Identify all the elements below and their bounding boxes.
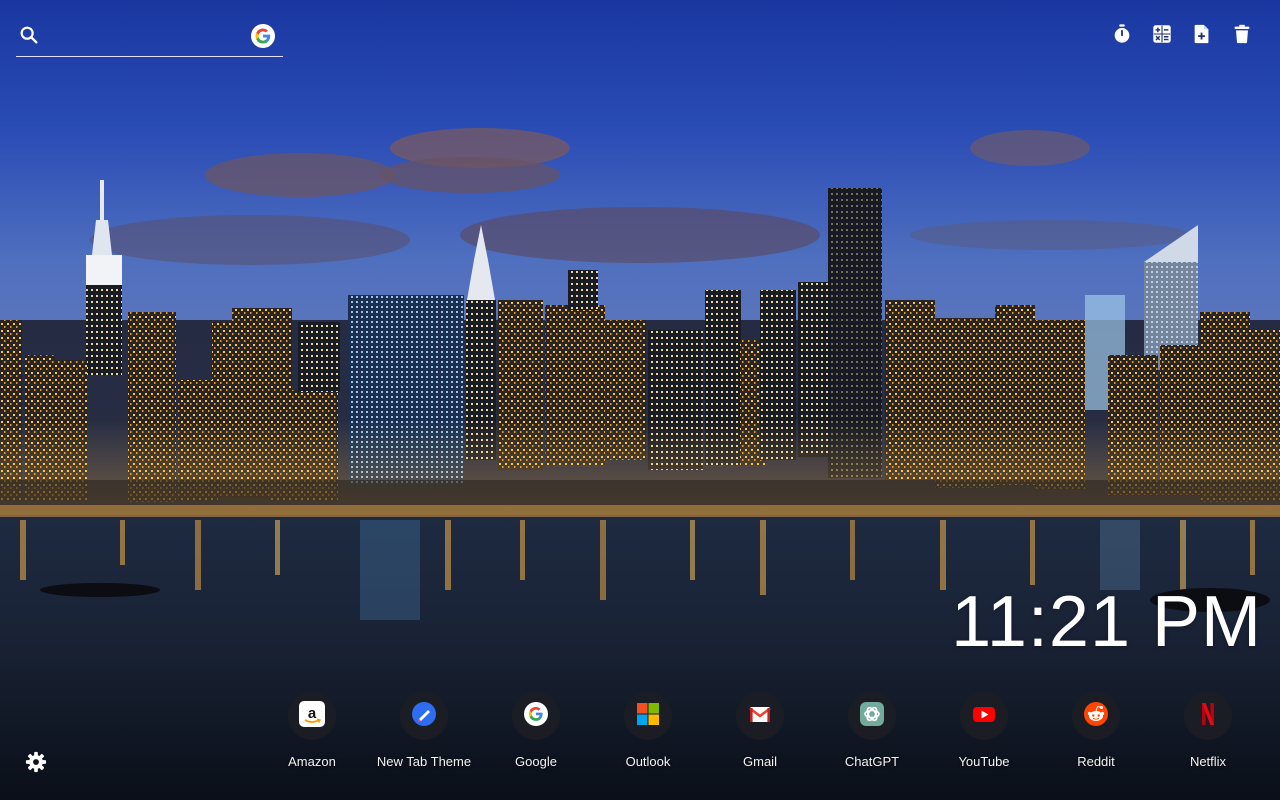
netflix-icon — [1195, 701, 1221, 732]
wallpaper-city-skyline — [0, 0, 1280, 800]
shortcut-label: Netflix — [1189, 754, 1227, 769]
amazon-icon: a — [299, 700, 325, 732]
search-input[interactable] — [50, 22, 244, 50]
shortcut-icon-wrap: a — [288, 692, 336, 740]
reddit-icon — [1083, 701, 1109, 732]
shortcut-chatgpt[interactable]: ChatGPT — [816, 692, 928, 776]
shortcut-label: Gmail — [743, 754, 777, 769]
google-icon[interactable] — [251, 24, 275, 48]
new-note-button[interactable] — [1190, 24, 1214, 48]
shortcut-icon-wrap — [848, 692, 896, 740]
shortcut-reddit[interactable]: Reddit — [1040, 692, 1152, 776]
shortcut-icon-wrap — [1072, 692, 1120, 740]
clock-time: 11:21 PM — [951, 582, 1262, 662]
shortcut-label: Outlook — [625, 754, 671, 769]
shortcut-label: YouTube — [958, 754, 1010, 769]
shortcut-label: Google — [515, 754, 557, 769]
google-icon — [523, 701, 549, 732]
shortcut-outlook[interactable]: Outlook — [592, 692, 704, 776]
trash-icon — [1231, 23, 1253, 50]
shortcut-label: Amazon — [288, 754, 336, 769]
shortcut-new-tab-theme[interactable]: New Tab Theme — [368, 692, 480, 776]
shortcut-icon-wrap — [512, 692, 560, 740]
shortcut-label: New Tab Theme — [376, 754, 472, 769]
shortcut-icon-wrap — [736, 692, 784, 740]
shortcut-icon-wrap — [960, 692, 1008, 740]
shortcut-icon-wrap — [1184, 692, 1232, 740]
gmail-icon — [747, 701, 773, 732]
chatgpt-icon — [859, 701, 885, 732]
delete-button[interactable] — [1230, 24, 1254, 48]
search-bar[interactable] — [16, 18, 283, 57]
shortcut-icon-wrap — [400, 692, 448, 740]
new-tab-page: 11:21 PM a Amazon New Tab Theme Google O… — [0, 0, 1280, 800]
shortcut-netflix[interactable]: Netflix — [1152, 692, 1264, 776]
shortcut-label: ChatGPT — [844, 754, 900, 769]
outlook-icon — [635, 701, 661, 732]
new-tab-theme-icon — [411, 701, 437, 732]
timer-icon — [1111, 23, 1133, 50]
shortcut-youtube[interactable]: YouTube — [928, 692, 1040, 776]
timer-button[interactable] — [1110, 23, 1134, 50]
svg-text:a: a — [308, 705, 317, 722]
shortcuts-dock: a Amazon New Tab Theme Google Outlook Gm… — [256, 692, 1264, 776]
shortcut-gmail[interactable]: Gmail — [704, 692, 816, 776]
new-note-icon — [1191, 23, 1213, 50]
gear-icon — [25, 751, 47, 778]
shortcut-icon-wrap — [624, 692, 672, 740]
search-icon[interactable] — [18, 24, 40, 46]
top-toolbar — [1110, 23, 1254, 50]
youtube-icon — [971, 701, 997, 732]
calculator-button[interactable] — [1150, 24, 1174, 48]
settings-button[interactable] — [24, 751, 48, 778]
shortcut-label: Reddit — [1077, 754, 1115, 769]
calculator-icon — [1151, 23, 1173, 50]
shortcut-amazon[interactable]: a Amazon — [256, 692, 368, 776]
shortcut-google[interactable]: Google — [480, 692, 592, 776]
